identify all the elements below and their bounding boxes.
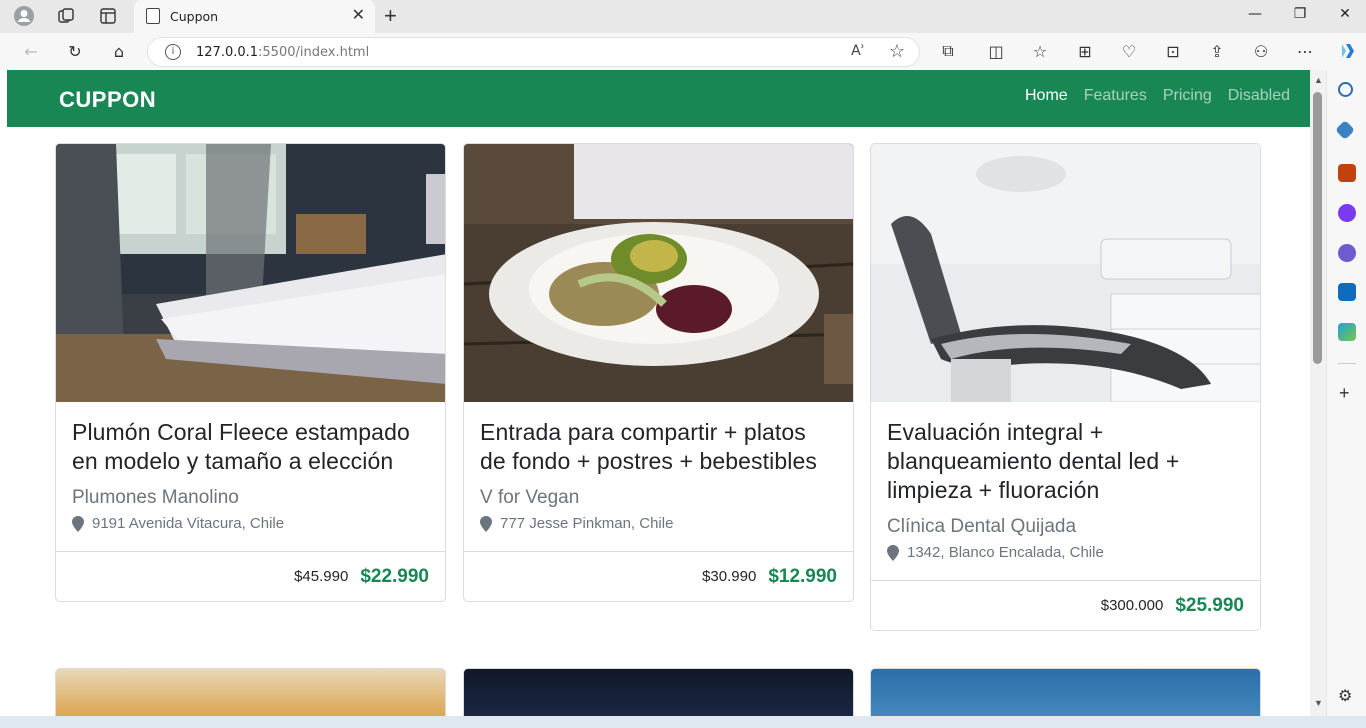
- games-icon[interactable]: [1338, 204, 1356, 222]
- extensions-icon[interactable]: ⧉: [936, 40, 960, 62]
- deal-price-footer: $30.990 $12.990: [464, 551, 853, 601]
- favorites-icon[interactable]: ☆: [1028, 40, 1052, 62]
- deal-title[interactable]: Plumón Coral Fleece estampado en modelo …: [72, 418, 429, 476]
- new-price: $12.990: [768, 565, 837, 587]
- page-scrollbar[interactable]: ▲ ▼: [1310, 70, 1326, 716]
- page-viewport: CUPPON Home Features Pricing Disabled Pl…: [7, 70, 1310, 716]
- deal-shop-name: Clínica Dental Quijada: [887, 516, 1077, 537]
- search-icon[interactable]: [1338, 82, 1353, 97]
- old-price: $300.000: [1100, 597, 1164, 614]
- edge-sidebar: + ⚙: [1326, 70, 1366, 728]
- browser-essentials-icon[interactable]: ♡: [1117, 40, 1141, 62]
- favorite-star-icon[interactable]: ☆: [889, 41, 905, 62]
- old-price: $30.990: [702, 568, 757, 585]
- deal-card-partial-image[interactable]: [55, 668, 446, 716]
- vertical-tabs-icon[interactable]: [94, 4, 122, 28]
- shopping-tag-icon[interactable]: [1335, 120, 1355, 140]
- share-icon[interactable]: ⇪: [1205, 40, 1229, 62]
- drop-icon[interactable]: [1338, 323, 1356, 341]
- more-menu-icon[interactable]: ⋯: [1293, 40, 1317, 62]
- deal-card[interactable]: Plumón Coral Fleece estampado en modelo …: [55, 143, 446, 602]
- deal-shop-name: Plumones Manolino: [72, 487, 239, 508]
- page-favicon-icon: [146, 8, 160, 24]
- deal-location: 1342, Blanco Encalada, Chile: [907, 544, 1104, 561]
- nav-features[interactable]: Features: [1084, 87, 1147, 105]
- address-bar[interactable]: i 127.0.0.1:5500/index.html Aʾ ☆: [147, 37, 920, 67]
- location-pin-icon: [480, 515, 492, 532]
- deal-card[interactable]: Evaluación integral + blanqueamiento den…: [870, 143, 1261, 631]
- deal-image-bed[interactable]: [56, 144, 445, 402]
- deal-title[interactable]: Entrada para compartir + platos de fondo…: [480, 418, 837, 476]
- site-brand[interactable]: CUPPON: [59, 87, 156, 113]
- new-price: $25.990: [1175, 594, 1244, 616]
- deal-location: 9191 Avenida Vitacura, Chile: [92, 515, 285, 532]
- site-navbar: CUPPON Home Features Pricing Disabled: [7, 70, 1310, 127]
- deal-price-footer: $300.000 $25.990: [871, 580, 1260, 630]
- deal-shop-name: V for Vegan: [480, 487, 580, 508]
- nav-home[interactable]: Home: [1025, 87, 1068, 105]
- add-sidebar-app-icon[interactable]: +: [1339, 384, 1350, 402]
- refresh-icon[interactable]: ↻: [63, 40, 87, 62]
- active-tab[interactable]: Cuppon ✕: [134, 0, 375, 33]
- deal-image-food[interactable]: [464, 144, 853, 402]
- deal-card-partial-image[interactable]: [870, 668, 1261, 716]
- back-icon[interactable]: ←: [19, 40, 43, 62]
- deal-card-partial-image[interactable]: [463, 668, 854, 716]
- url-text[interactable]: 127.0.0.1:5500/index.html: [196, 45, 369, 60]
- scroll-down-icon[interactable]: ▼: [1314, 698, 1323, 708]
- new-price: $22.990: [360, 565, 429, 587]
- location-pin-icon: [887, 544, 899, 561]
- scroll-up-icon[interactable]: ▲: [1314, 75, 1323, 85]
- nav-pricing[interactable]: Pricing: [1163, 87, 1212, 105]
- browser-toolbar: ← ↻ ⌂ i 127.0.0.1:5500/index.html Aʾ ☆ ⧉…: [0, 33, 1366, 70]
- deal-price-footer: $45.990 $22.990: [56, 551, 445, 601]
- deal-image-dental[interactable]: [871, 144, 1260, 402]
- old-price: $45.990: [294, 568, 349, 585]
- restore-icon[interactable]: ❐: [1285, 6, 1315, 22]
- outlook-icon[interactable]: [1338, 283, 1356, 301]
- deal-location: 777 Jesse Pinkman, Chile: [500, 515, 674, 532]
- nav-disabled: Disabled: [1227, 87, 1290, 104]
- close-window-icon[interactable]: ✕: [1330, 6, 1360, 22]
- copilot-icon[interactable]: [1336, 40, 1360, 62]
- read-aloud-icon[interactable]: Aʾ: [851, 43, 865, 59]
- taskbar-edge: [0, 716, 1366, 728]
- sidebar-settings-icon[interactable]: ⚙: [1338, 686, 1352, 706]
- site-info-icon[interactable]: i: [165, 44, 181, 60]
- performance-icon[interactable]: ⚇: [1249, 40, 1273, 62]
- deal-card[interactable]: Entrada para compartir + platos de fondo…: [463, 143, 854, 602]
- minimize-icon[interactable]: —: [1240, 6, 1270, 22]
- collections-icon[interactable]: ⊞: [1073, 40, 1097, 62]
- sidebar-divider: [1338, 363, 1356, 364]
- profile-icon[interactable]: [10, 4, 38, 28]
- home-icon[interactable]: ⌂: [107, 40, 131, 62]
- location-pin-icon: [72, 515, 84, 532]
- close-tab-icon[interactable]: ✕: [352, 7, 365, 25]
- screenshot-icon[interactable]: ⊡: [1161, 40, 1185, 62]
- microsoft-365-icon[interactable]: [1338, 244, 1356, 262]
- tab-title: Cuppon: [170, 9, 219, 24]
- deal-title[interactable]: Evaluación integral + blanqueamiento den…: [887, 418, 1244, 505]
- new-tab-icon[interactable]: +: [384, 5, 397, 27]
- workspaces-icon[interactable]: [52, 4, 80, 28]
- nav-menu: Home Features Pricing Disabled: [1025, 87, 1290, 105]
- browser-tab-bar: Cuppon ✕ + — ❐ ✕: [0, 0, 1366, 33]
- scrollbar-thumb[interactable]: [1313, 92, 1322, 364]
- tools-icon[interactable]: [1338, 164, 1356, 182]
- split-screen-icon[interactable]: ◫: [984, 40, 1008, 62]
